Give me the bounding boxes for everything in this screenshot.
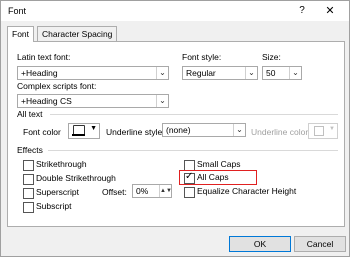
effects-section-label: Effects [17,145,43,155]
superscript-checkbox[interactable] [23,188,34,199]
tab-font-label: Font [12,29,30,39]
font-style-select[interactable]: Regular ⌄ [182,66,258,80]
underline-style-select[interactable]: (none) ⌄ [162,123,246,137]
close-button[interactable]: ✕ [323,4,337,18]
chevron-down-icon[interactable]: ⌄ [156,67,168,79]
spinner-arrows-icon[interactable]: ▲▼ [159,185,172,197]
underline-color-picker: ▼ [308,123,338,139]
all-text-section-label: All text [17,109,43,119]
latin-font-label: Latin text font: [17,52,71,62]
equalize-height-checkbox[interactable] [184,187,195,198]
font-style-value: Regular [186,68,216,78]
font-tab-panel: Latin text font: +Heading ⌄ Font style: … [7,41,345,227]
size-select[interactable]: 50 ⌄ [262,66,302,80]
underline-color-label: Underline color [251,127,309,137]
help-button[interactable]: ? [295,4,309,18]
latin-font-select[interactable]: +Heading ⌄ [17,66,169,80]
dialog-title: Font [8,6,27,16]
complex-font-label: Complex scripts font: [17,81,97,91]
chevron-down-icon[interactable]: ⌄ [245,67,257,79]
chevron-down-icon[interactable]: ▼ [90,125,97,132]
double-strikethrough-label: Double Strikethrough [36,173,116,183]
tab-character-spacing-label: Character Spacing [42,29,113,39]
all-caps-label: All Caps [197,172,229,182]
superscript-label: Superscript [36,187,79,197]
cancel-button-label: Cancel [306,239,334,249]
size-label: Size: [262,52,281,62]
size-value: 50 [266,68,276,78]
small-caps-label: Small Caps [197,159,241,169]
paint-bucket-icon [314,126,324,136]
offset-value: 0% [136,186,149,196]
offset-label: Offset: [102,187,127,197]
ok-button-label: OK [253,239,267,249]
offset-spinner[interactable]: 0% ▲▼ [132,184,172,198]
equalize-height-label: Equalize Character Height [197,186,297,196]
complex-font-select[interactable]: +Heading CS ⌄ [17,94,169,108]
font-color-label: Font color [23,127,61,137]
all-caps-checkbox[interactable] [184,171,195,184]
underline-style-label: Underline style [106,127,163,137]
font-style-label: Font style: [182,52,222,62]
chevron-down-icon: ▼ [329,126,335,132]
subscript-checkbox[interactable] [23,202,34,213]
tab-character-spacing[interactable]: Character Spacing [37,26,118,42]
all-text-divider [50,114,338,115]
effects-divider [48,150,338,151]
font-dialog: Font ? ✕ Font Character Spacing Latin te… [0,0,350,257]
cancel-button[interactable]: Cancel [294,236,346,252]
complex-font-value: +Heading CS [21,96,72,106]
chevron-down-icon[interactable]: ⌄ [156,95,168,107]
font-color-swatch [72,134,85,136]
underline-style-value: (none) [166,125,191,135]
double-strikethrough-checkbox[interactable] [23,174,34,185]
chevron-down-icon[interactable]: ⌄ [233,124,245,136]
strikethrough-checkbox[interactable] [23,160,34,171]
tab-font[interactable]: Font [7,26,35,42]
ok-button[interactable]: OK [229,236,291,252]
chevron-down-icon[interactable]: ⌄ [289,67,301,79]
font-color-picker[interactable]: ▼ [68,123,100,139]
strikethrough-label: Strikethrough [36,159,87,169]
latin-font-value: +Heading [21,68,58,78]
subscript-label: Subscript [36,201,72,211]
title-bar: Font ? ✕ [1,1,349,21]
